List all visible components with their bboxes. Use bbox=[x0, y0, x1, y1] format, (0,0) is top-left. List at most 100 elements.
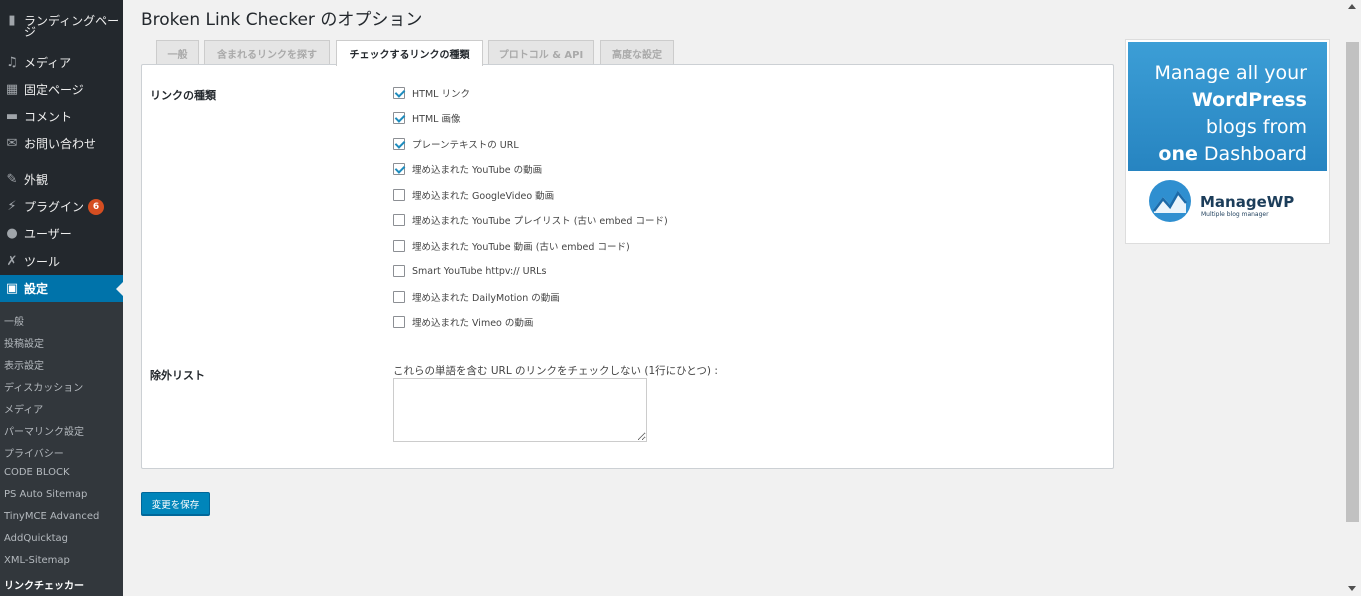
link-type-option[interactable]: 埋め込まれた YouTube 動画 (古い embed コード) bbox=[393, 239, 630, 253]
scroll-up-arrow-icon[interactable] bbox=[1348, 4, 1356, 9]
sidebar-item-label: メディア bbox=[24, 56, 72, 70]
link-type-option-label: HTML リンク bbox=[412, 89, 470, 100]
sidebar-item-contact[interactable]: ✉ お問い合わせ bbox=[0, 130, 123, 157]
mail-icon: ✉ bbox=[6, 136, 18, 151]
settings-panel: リンクの種類 HTML リンク HTML 画像 プレーンテキストの URL 埋め… bbox=[141, 64, 1114, 469]
link-type-option[interactable]: 埋め込まれた DailyMotion の動画 bbox=[393, 290, 560, 304]
save-changes-button[interactable]: 変更を保存 bbox=[141, 492, 210, 515]
submenu-item-privacy[interactable]: プライバシー bbox=[4, 445, 64, 460]
sidebar-item-users[interactable]: ● ユーザー bbox=[0, 220, 123, 247]
submenu-item-writing[interactable]: 投稿設定 bbox=[4, 335, 44, 350]
sidebar-item-tools[interactable]: ✗ ツール bbox=[0, 248, 123, 275]
link-type-option-label: 埋め込まれた GoogleVideo 動画 bbox=[412, 191, 555, 202]
tab-protocols-api[interactable]: プロトコル & API bbox=[488, 40, 594, 65]
link-type-checkbox[interactable] bbox=[393, 214, 405, 226]
link-type-option[interactable]: HTML リンク bbox=[393, 86, 470, 100]
submenu-item-code-block[interactable]: CODE BLOCK bbox=[4, 467, 70, 478]
ad-brand-name: ManageWP bbox=[1200, 193, 1295, 211]
link-type-option[interactable]: HTML 画像 bbox=[393, 111, 460, 125]
scroll-down-arrow-icon[interactable] bbox=[1348, 586, 1356, 591]
sidebar-item-label: ユーザー bbox=[24, 227, 72, 241]
media-icon: ♫ bbox=[6, 55, 18, 70]
sidebar-item-label: 固定ページ bbox=[24, 83, 84, 97]
link-type-checkbox[interactable] bbox=[393, 163, 405, 175]
link-type-checkbox[interactable] bbox=[393, 138, 405, 150]
submenu-item-reading[interactable]: 表示設定 bbox=[4, 357, 44, 372]
appearance-icon: ✎ bbox=[6, 172, 18, 187]
tab-link-types[interactable]: チェックするリンクの種類 bbox=[336, 40, 483, 66]
update-count-badge: 6 bbox=[88, 198, 105, 215]
exclusion-textarea[interactable] bbox=[393, 378, 647, 442]
managewp-ad-banner[interactable]: Manage all your WordPress blogs from one… bbox=[1125, 39, 1330, 244]
submenu-item-addquicktag[interactable]: AddQuicktag bbox=[4, 533, 68, 544]
window-scrollbar[interactable] bbox=[1344, 0, 1361, 596]
submenu-item-tinymce-advanced[interactable]: TinyMCE Advanced bbox=[4, 511, 99, 522]
ad-tagline: Multiple blog manager bbox=[1201, 211, 1269, 218]
sidebar-item-plugins[interactable]: ⚡ プラグイン 6 bbox=[0, 193, 123, 220]
ad-line-4: one Dashboard bbox=[1155, 141, 1307, 168]
managewp-logo-icon bbox=[1149, 180, 1191, 222]
submenu-item-xml-sitemap[interactable]: XML-Sitemap bbox=[4, 555, 70, 566]
link-type-option[interactable]: プレーンテキストの URL bbox=[393, 137, 519, 151]
link-type-option[interactable]: 埋め込まれた Vimeo の動画 bbox=[393, 315, 533, 329]
sidebar-item-label: プラグイン bbox=[24, 200, 85, 214]
link-type-option-label: 埋め込まれた YouTube の動画 bbox=[412, 165, 543, 176]
ad-line-2: WordPress bbox=[1191, 89, 1307, 111]
tab-general[interactable]: 一般 bbox=[156, 40, 199, 65]
user-icon: ● bbox=[6, 226, 18, 241]
link-type-option-label: HTML 画像 bbox=[412, 114, 461, 125]
submenu-item-general[interactable]: 一般 bbox=[4, 313, 24, 328]
plugin-icon: ⚡ bbox=[7, 199, 17, 214]
submenu-item-media[interactable]: メディア bbox=[4, 401, 43, 416]
tab-advanced[interactable]: 高度な設定 bbox=[600, 40, 674, 65]
sidebar-item-label: コメント bbox=[24, 110, 73, 124]
sidebar-item-comments[interactable]: ▬ コメント bbox=[0, 103, 123, 130]
submenu-item-link-checker[interactable]: リンクチェッカー bbox=[4, 577, 84, 592]
sidebar-item-label: ジ bbox=[24, 24, 37, 39]
link-type-checkbox[interactable] bbox=[393, 265, 405, 277]
exclusion-list-label: 除外リスト bbox=[150, 369, 205, 382]
sidebar-item-label: ツール bbox=[24, 255, 61, 269]
link-type-checkbox[interactable] bbox=[393, 240, 405, 252]
sidebar-item-media[interactable]: ♫ メディア bbox=[0, 49, 123, 76]
ad-headline: Manage all your WordPress blogs from one… bbox=[1155, 60, 1307, 168]
link-type-option[interactable]: 埋め込まれた YouTube プレイリスト (古い embed コード) bbox=[393, 213, 668, 227]
link-type-option-label: 埋め込まれた DailyMotion の動画 bbox=[412, 293, 560, 304]
exclusion-description: これらの単語を含む URL のリンクをチェックしない (1行にひとつ) : bbox=[393, 365, 718, 377]
submenu-item-permalinks[interactable]: パーマリンク設定 bbox=[4, 423, 84, 438]
sidebar-item-pages[interactable]: ▦ 固定ページ bbox=[0, 76, 123, 103]
sidebar-item-label: 外観 bbox=[24, 173, 49, 187]
link-type-option[interactable]: Smart YouTube httpv:// URLs bbox=[393, 264, 546, 278]
link-type-checkbox[interactable] bbox=[393, 112, 405, 124]
ad-line-4-bold: one bbox=[1158, 143, 1198, 165]
sidebar-item-appearance[interactable]: ✎ 外観 bbox=[0, 166, 123, 193]
scroll-thumb[interactable] bbox=[1346, 42, 1359, 522]
ad-line-1: Manage all your bbox=[1154, 62, 1307, 84]
current-menu-arrow bbox=[116, 282, 123, 296]
link-type-checkbox[interactable] bbox=[393, 316, 405, 328]
ad-background: Manage all your WordPress blogs from one… bbox=[1128, 42, 1327, 241]
link-type-option-label: Smart YouTube httpv:// URLs bbox=[412, 265, 547, 277]
link-type-option-label: プレーンテキストの URL bbox=[412, 140, 519, 151]
link-types-label: リンクの種類 bbox=[150, 89, 216, 102]
link-type-option[interactable]: 埋め込まれた YouTube の動画 bbox=[393, 162, 542, 176]
ad-line-3: blogs from bbox=[1205, 116, 1307, 138]
link-type-option-label: 埋め込まれた YouTube プレイリスト (古い embed コード) bbox=[412, 216, 668, 227]
link-type-option-label: 埋め込まれた YouTube 動画 (古い embed コード) bbox=[412, 242, 630, 253]
sidebar-item-settings[interactable]: ▣ 設定 bbox=[0, 275, 123, 302]
sidebar-item-landing-pages-cont[interactable]: ジ bbox=[0, 23, 123, 39]
link-type-checkbox[interactable] bbox=[393, 87, 405, 99]
link-type-checkbox[interactable] bbox=[393, 189, 405, 201]
link-type-option[interactable]: 埋め込まれた GoogleVideo 動画 bbox=[393, 188, 554, 202]
sidebar-item-label: お問い合わせ bbox=[24, 137, 97, 151]
submenu-item-ps-auto-sitemap[interactable]: PS Auto Sitemap bbox=[4, 489, 87, 500]
comment-icon: ▬ bbox=[5, 109, 19, 124]
ad-line-4-rest: Dashboard bbox=[1197, 143, 1307, 165]
tab-find-links[interactable]: 含まれるリンクを探す bbox=[204, 40, 330, 65]
sidebar-item-label: 設定 bbox=[24, 282, 49, 296]
link-type-checkbox[interactable] bbox=[393, 291, 405, 303]
page-icon: ▦ bbox=[5, 82, 19, 97]
page-title: Broken Link Checker のオプション bbox=[141, 10, 423, 30]
submenu-item-discussion[interactable]: ディスカッション bbox=[4, 379, 83, 394]
admin-sidebar: ▮ ランディングペー ジ ♫ メディア ▦ 固定ページ ▬ コメント ✉ お問い… bbox=[0, 0, 123, 596]
